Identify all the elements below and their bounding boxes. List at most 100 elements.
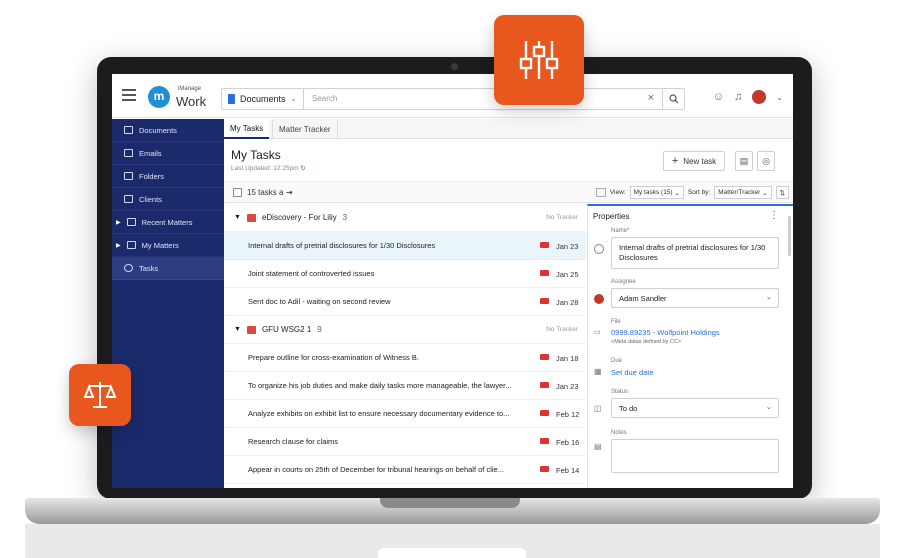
- logo-brand-top: iManage: [178, 86, 202, 92]
- set-due-date-link[interactable]: Set due date: [611, 368, 654, 377]
- top-bar-actions: ☺ ♫ ⌄: [713, 90, 783, 104]
- search-icon: [668, 94, 678, 104]
- bell-icon[interactable]: ♫: [734, 91, 742, 103]
- app-window: m iManage Work Documents ⌄ Search × ☺ ♫: [112, 74, 793, 488]
- task-title: Sent doc to Adil - waiting on second rev…: [248, 297, 391, 306]
- comment-icon[interactable]: ▤: [735, 151, 753, 171]
- group-header[interactable]: ▼ eDiscovery - For Liliy 3 No Tracker: [224, 204, 586, 232]
- task-due: Feb 14: [556, 466, 580, 475]
- page-title: My Tasks: [231, 148, 281, 162]
- sidebar-item-recent-matters[interactable]: ▶ Recent Matters: [112, 211, 224, 234]
- task-row[interactable]: Sent doc to Adil - waiting on second rev…: [224, 288, 586, 316]
- task-due: Jan 25: [556, 270, 579, 279]
- laptop-camera: [451, 63, 458, 70]
- menu-icon[interactable]: [122, 89, 136, 101]
- sidebar: Documents Emails Folders Clients ▶ Recent…: [112, 119, 224, 488]
- task-count-text: 15 tasks a: [247, 188, 284, 197]
- status-label: Status: [611, 389, 629, 395]
- new-task-button[interactable]: + New task: [663, 151, 725, 171]
- task-name-field[interactable]: Internal drafts of pretrial disclosures …: [611, 237, 779, 269]
- task-title: To organize his job duties and make dail…: [248, 381, 512, 390]
- caret-right-icon[interactable]: ▶: [116, 219, 121, 226]
- flag-icon: [540, 438, 549, 444]
- properties-panel: Properties ⋮ Name* Internal drafts of pr…: [587, 204, 793, 488]
- avatar[interactable]: [752, 90, 767, 104]
- caret-down-icon[interactable]: ▼: [234, 326, 241, 333]
- task-row[interactable]: Appear in courts on 25th of December for…: [224, 456, 586, 484]
- search-button[interactable]: [662, 89, 684, 109]
- task-row[interactable]: Prepare outline for cross-examination of…: [224, 344, 586, 372]
- task-due: Feb 12: [556, 410, 580, 419]
- calendar-icon: ▦: [594, 367, 602, 376]
- sort-label: Sort by:: [687, 189, 711, 196]
- export-icon[interactable]: ⇥: [286, 188, 293, 197]
- document-icon: [124, 126, 133, 134]
- layout-icon[interactable]: [595, 188, 606, 197]
- matter-icon: [126, 218, 136, 226]
- search-input[interactable]: Search: [312, 94, 337, 103]
- tasks-badge-icon[interactable]: ☺: [713, 91, 724, 103]
- tab-my-tasks[interactable]: My Tasks: [224, 119, 270, 139]
- assignee-value: Adam Sandler: [619, 294, 667, 303]
- sidebar-item-my-matters[interactable]: ▶ My Matters: [112, 234, 224, 257]
- chevron-down-icon: ⌄: [765, 292, 772, 301]
- notes-field[interactable]: [611, 439, 779, 473]
- sidebar-item-clients[interactable]: Clients: [112, 188, 224, 211]
- group-count: 3: [342, 213, 348, 222]
- matter-icon: [246, 213, 256, 222]
- check-circle-icon: [124, 264, 133, 272]
- sidebar-item-label: Emails: [139, 148, 162, 158]
- group-name: GFU WSG2 1: [261, 325, 312, 334]
- sidebar-item-emails[interactable]: Emails: [112, 142, 224, 165]
- flag-icon: [540, 382, 549, 388]
- sidebar-item-label: Recent Matters: [141, 217, 193, 227]
- task-row[interactable]: Analyze exhibits on exhibit list to ensu…: [224, 400, 586, 428]
- tab-matter-tracker[interactable]: Matter Tracker: [272, 119, 338, 139]
- sidebar-item-tasks[interactable]: Tasks: [112, 257, 224, 280]
- new-task-label: New task: [683, 156, 717, 166]
- sidebar-item-label: Folders: [139, 171, 165, 181]
- caret-right-icon[interactable]: ▶: [116, 242, 121, 249]
- search-bar: Documents ⌄ Search ×: [221, 88, 685, 110]
- logo-brand-bottom: Work: [176, 94, 207, 109]
- flag-icon: [540, 298, 549, 304]
- task-row[interactable]: Internal drafts of pretrial disclosures …: [224, 232, 586, 260]
- sort-direction-icon[interactable]: ⇅: [775, 186, 789, 199]
- sidebar-item-documents[interactable]: Documents: [112, 119, 224, 142]
- clear-search-icon[interactable]: ×: [648, 92, 654, 104]
- matter-icon: [126, 241, 136, 249]
- chevron-down-icon[interactable]: ⌄: [776, 93, 783, 102]
- flag-icon: [540, 242, 549, 248]
- group-header[interactable]: ▼ GFU WSG2 1 9 No Tracker: [224, 316, 586, 344]
- more-options-icon[interactable]: ⋮: [769, 210, 779, 221]
- task-count: 15 tasks a ⇥: [247, 188, 292, 197]
- task-title: Internal drafts of pretrial disclosures …: [248, 241, 436, 250]
- task-due: Feb 16: [556, 438, 580, 447]
- file-link[interactable]: 0999.89235 - Wolfpoint Holdings: [611, 328, 720, 337]
- flag-icon: [540, 354, 549, 360]
- task-due: Jan 23: [556, 382, 579, 391]
- view-value: My tasks (15): [633, 189, 673, 196]
- task-row[interactable]: To organize his job duties and make dail…: [224, 372, 586, 400]
- sort-dropdown[interactable]: Matter/Tracker ⌄: [714, 186, 772, 199]
- last-updated-text: Last Updated: 12:25pm: [231, 165, 299, 172]
- view-label: View:: [609, 189, 626, 196]
- chevron-down-icon: ⌄: [765, 402, 772, 411]
- caret-down-icon[interactable]: ▼: [234, 214, 241, 221]
- task-row[interactable]: Research clause for claims Feb 16: [224, 428, 586, 456]
- status-dropdown[interactable]: To do ⌄: [611, 398, 779, 418]
- group-count: 9: [317, 325, 322, 334]
- complete-radio[interactable]: [594, 244, 604, 254]
- select-all-checkbox[interactable]: [233, 188, 242, 197]
- assignee-dropdown[interactable]: Adam Sandler ⌄: [611, 288, 779, 308]
- search-scope-dropdown[interactable]: Documents ⌄: [222, 89, 304, 109]
- refresh-icon[interactable]: ↻: [300, 165, 305, 172]
- task-row[interactable]: Joint statement of controverted issues Ja…: [224, 260, 586, 288]
- task-due: Jan 18: [556, 354, 579, 363]
- sidebar-item-folders[interactable]: Folders: [112, 165, 224, 188]
- name-label: Name*: [611, 228, 630, 234]
- globe-icon[interactable]: ◎: [757, 151, 775, 171]
- view-dropdown[interactable]: My tasks (15) ⌄: [629, 186, 684, 199]
- scrollbar[interactable]: [788, 216, 791, 256]
- sidebar-item-label: My Matters: [141, 240, 179, 250]
